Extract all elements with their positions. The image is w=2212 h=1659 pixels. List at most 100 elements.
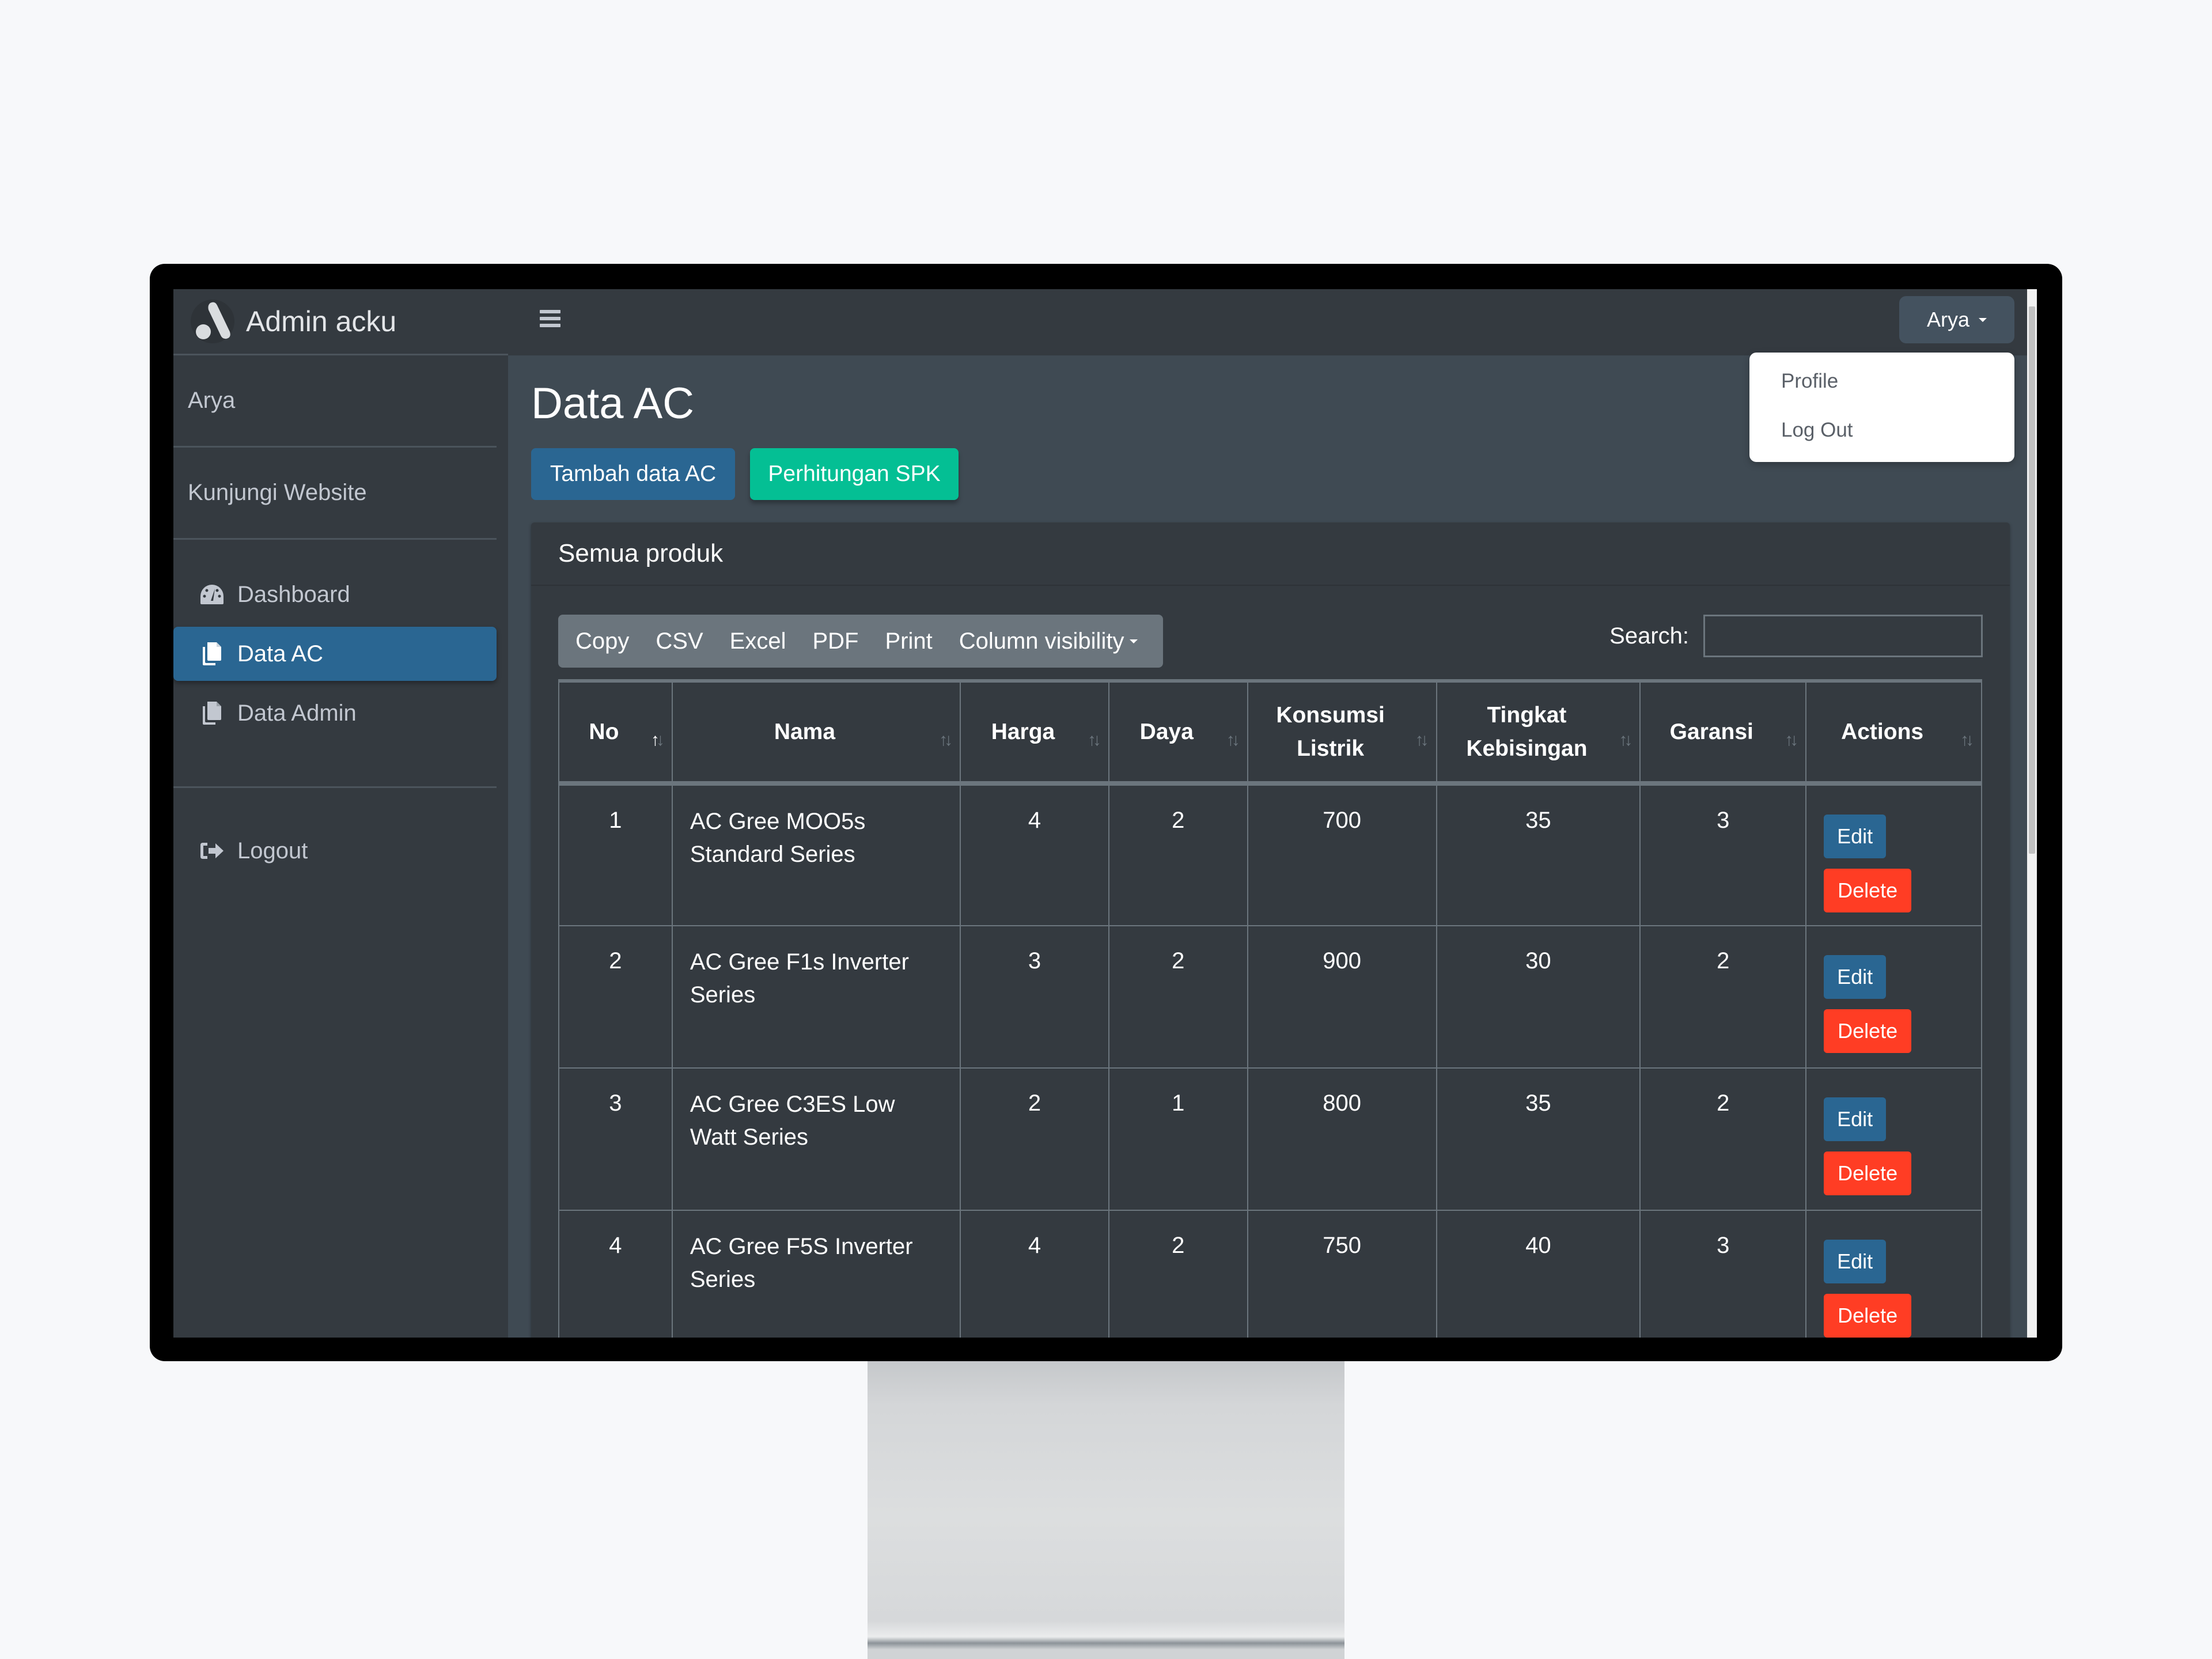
sidebar-item-data-admin[interactable]: Data Admin — [173, 686, 497, 740]
delete-button[interactable]: Delete — [1824, 1009, 1912, 1053]
cell-no: 2 — [558, 925, 673, 1069]
user-dropdown-menu: Profile Log Out — [1749, 353, 2014, 462]
sidebar-item-label: Dashboard — [237, 581, 350, 607]
export-toolbar: Copy CSV Excel PDF Print Column visibili… — [558, 615, 1164, 668]
cell-no: 1 — [558, 783, 673, 926]
sort-icon: ↑↓ — [1415, 730, 1429, 749]
dropdown-item-logout[interactable]: Log Out — [1781, 419, 1853, 442]
column-header[interactable]: Garansi ↑↓ — [1639, 679, 1807, 786]
cell-daya: 2 — [1108, 925, 1248, 1069]
cell-actions: Edit Delete — [1805, 925, 1982, 1069]
cell-konsumsi: 750 — [1247, 1210, 1437, 1338]
cell-harga: 4 — [960, 783, 1109, 926]
visit-website-link[interactable]: Kunjungi Website — [173, 448, 497, 540]
copy-icon — [199, 641, 225, 666]
cell-daya: 1 — [1108, 1067, 1248, 1211]
sort-icon: ↑↓ — [1226, 730, 1240, 749]
column-header-label: Kebisingan — [1466, 736, 1588, 761]
caret-down-icon — [1979, 317, 1987, 322]
sidebar: Admin acku Arya Kunjungi Website Dashboa… — [173, 289, 508, 1338]
copy-icon — [199, 700, 225, 726]
user-dropdown-label: Arya — [1926, 308, 1970, 331]
caret-down-icon — [1130, 639, 1138, 643]
main-content: Data AC Tambah data AC Perhitungan SPK S… — [508, 355, 2027, 1338]
cell-nama: AC Gree C3ES Low Watt Series — [671, 1067, 961, 1211]
table-row: 1 AC Gree MOO5s Standard Series 4 2 700 35 3 Ed… — [558, 783, 1982, 926]
cell-daya: 2 — [1108, 1210, 1248, 1338]
column-header-label: Harga — [991, 719, 1055, 744]
sidebar-item-label: Data Admin — [237, 700, 357, 726]
vertical-scrollbar[interactable] — [2027, 289, 2037, 1338]
search-input[interactable] — [1703, 615, 1983, 657]
page-title: Data AC — [531, 379, 695, 428]
cell-kebisingan: 35 — [1435, 783, 1641, 926]
scrollbar-thumb[interactable] — [2029, 306, 2035, 854]
brand[interactable]: Admin acku — [173, 289, 508, 355]
column-header[interactable]: No ↑↓ — [558, 679, 673, 786]
sidebar-user-name[interactable]: Arya — [173, 355, 497, 448]
csv-button[interactable]: CSV — [646, 628, 712, 654]
cell-no: 3 — [558, 1067, 673, 1211]
cell-harga: 4 — [960, 1210, 1109, 1338]
cell-garansi: 2 — [1639, 925, 1807, 1069]
column-header[interactable]: Nama ↑↓ — [671, 679, 961, 786]
excel-button[interactable]: Excel — [721, 628, 796, 654]
table-header-row: No ↑↓ Nama ↑↓ Harga ↑↓ Daya ↑↓ Konsumsi Listrik ↑↓… — [558, 679, 1982, 786]
spk-calculation-button[interactable]: Perhitungan SPK — [750, 448, 959, 500]
column-header-label: No — [589, 719, 619, 744]
menu-toggle-icon[interactable] — [540, 310, 560, 333]
edit-button[interactable]: Edit — [1824, 815, 1887, 858]
column-header[interactable]: Actions ↑↓ — [1805, 679, 1982, 786]
add-ac-button[interactable]: Tambah data AC — [531, 448, 735, 500]
search-label: Search: — [1609, 623, 1689, 649]
products-card: Semua produk Copy CSV Excel PDF Print Co… — [531, 522, 2010, 1338]
sidebar-item-label: Logout — [237, 838, 308, 863]
cell-no: 4 — [558, 1210, 673, 1338]
cell-actions: Edit Delete — [1805, 1067, 1982, 1211]
print-button[interactable]: Print — [876, 628, 941, 654]
table-row: 4 AC Gree F5S Inverter Series 4 2 750 40 3 Edit… — [558, 1210, 1982, 1338]
edit-button[interactable]: Edit — [1824, 1097, 1887, 1141]
column-header[interactable]: Konsumsi Listrik ↑↓ — [1247, 679, 1437, 786]
cell-kebisingan: 35 — [1435, 1067, 1641, 1211]
cell-konsumsi: 800 — [1247, 1067, 1437, 1211]
tachometer-icon — [199, 582, 225, 607]
sign-out-icon — [199, 838, 225, 863]
brand-logo-icon — [190, 298, 236, 344]
table-row: 2 AC Gree F1s Inverter Series 3 2 900 30 2 Edit… — [558, 925, 1982, 1069]
cell-actions: Edit Delete — [1805, 1210, 1982, 1338]
cell-garansi: 3 — [1639, 783, 1807, 926]
cell-harga: 2 — [960, 1067, 1109, 1211]
column-header[interactable]: Daya ↑↓ — [1108, 679, 1248, 786]
delete-button[interactable]: Delete — [1824, 1294, 1912, 1338]
sidebar-item-dashboard[interactable]: Dashboard — [173, 567, 497, 622]
dropdown-item-profile[interactable]: Profile — [1781, 370, 1838, 393]
sidebar-item-logout[interactable]: Logout — [173, 824, 497, 878]
topbar: Arya — [508, 289, 2027, 355]
sort-icon: ↑↓ — [1087, 730, 1101, 749]
column-header-label: Listrik — [1297, 736, 1365, 761]
column-header[interactable]: Tingkat Kebisingan ↑↓ — [1435, 679, 1641, 786]
pdf-button[interactable]: PDF — [803, 628, 868, 654]
sidebar-nav: Dashboard Data AC Data Admin Logout — [173, 540, 497, 878]
cell-nama: AC Gree MOO5s Standard Series — [671, 783, 961, 926]
column-header[interactable]: Harga ↑↓ — [960, 679, 1109, 786]
table-row: 3 AC Gree C3ES Low Watt Series 2 1 800 35 2 Edi… — [558, 1067, 1982, 1211]
brand-name: Admin acku — [246, 305, 397, 338]
column-header-label: Actions — [1841, 719, 1924, 744]
sidebar-divider — [173, 786, 497, 788]
copy-button[interactable]: Copy — [566, 628, 638, 654]
sort-icon: ↑↓ — [1785, 730, 1798, 749]
edit-button[interactable]: Edit — [1824, 1240, 1887, 1283]
card-title: Semua produk — [531, 522, 2010, 586]
cell-konsumsi: 900 — [1247, 925, 1437, 1069]
sidebar-item-label: Data AC — [237, 641, 323, 666]
cell-konsumsi: 700 — [1247, 783, 1437, 926]
user-dropdown-button[interactable]: Arya — [1899, 296, 2014, 343]
sidebar-item-data-ac[interactable]: Data AC — [173, 627, 497, 681]
edit-button[interactable]: Edit — [1824, 955, 1887, 999]
delete-button[interactable]: Delete — [1824, 1152, 1912, 1195]
sort-icon: ↑↓ — [939, 730, 953, 749]
column-visibility-button[interactable]: Column visibility — [950, 628, 1147, 654]
delete-button[interactable]: Delete — [1824, 869, 1912, 912]
